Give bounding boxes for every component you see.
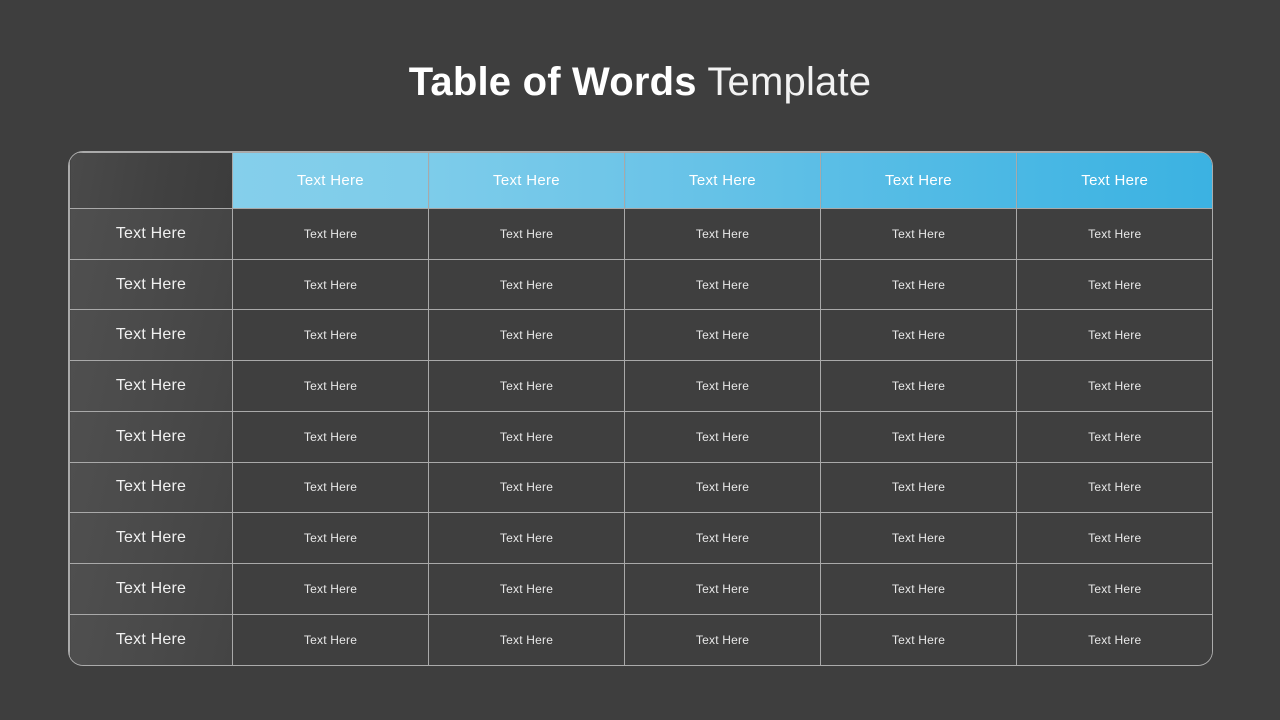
table-cell[interactable]: Text Here: [1016, 410, 1212, 463]
row-label-cell[interactable]: Text Here: [69, 410, 233, 463]
table-cell[interactable]: Text Here: [820, 208, 1017, 260]
table-cell[interactable]: Text Here: [232, 613, 429, 665]
table-cell[interactable]: Text Here: [624, 410, 821, 463]
column-header[interactable]: Text Here: [428, 152, 625, 209]
table-row: Text Here Text Here Text Here Text Here Text…: [69, 208, 1212, 260]
table-cell[interactable]: Text Here: [624, 613, 821, 665]
table-cell[interactable]: Text Here: [428, 563, 625, 615]
table-cell[interactable]: Text Here: [428, 208, 625, 260]
table-cell[interactable]: Text Here: [820, 461, 1017, 514]
table-row: Text Here Text Here Text Here Text Here Text…: [69, 512, 1212, 565]
row-label-cell[interactable]: Text Here: [69, 461, 233, 514]
column-header[interactable]: Text Here: [820, 152, 1017, 209]
table-cell[interactable]: Text Here: [1016, 360, 1212, 412]
table-header-row: Text Here Text Here Text Here Text Here …: [69, 152, 1212, 209]
row-label-cell[interactable]: Text Here: [69, 563, 233, 615]
table-cell[interactable]: Text Here: [232, 512, 429, 565]
table-cell[interactable]: Text Here: [428, 512, 625, 565]
table-cell[interactable]: Text Here: [820, 258, 1017, 311]
column-header[interactable]: Text Here: [232, 152, 429, 209]
table-cell[interactable]: Text Here: [624, 512, 821, 565]
table-row: Text Here Text Here Text Here Text Here Text…: [69, 461, 1212, 514]
table-cell[interactable]: Text Here: [428, 410, 625, 463]
table-cell[interactable]: Text Here: [820, 512, 1017, 565]
table-cell[interactable]: Text Here: [624, 208, 821, 260]
table-cell[interactable]: Text Here: [820, 309, 1017, 362]
table-of-words: Text Here Text Here Text Here Text Here …: [69, 152, 1212, 665]
table-cell[interactable]: Text Here: [1016, 563, 1212, 615]
table-cell[interactable]: Text Here: [232, 208, 429, 260]
column-header[interactable]: Text Here: [1016, 152, 1212, 209]
row-label-cell[interactable]: Text Here: [69, 360, 233, 412]
row-label-cell[interactable]: Text Here: [69, 258, 233, 311]
table-cell[interactable]: Text Here: [624, 360, 821, 412]
page-title-light: Template: [696, 60, 872, 104]
table-cell[interactable]: Text Here: [820, 410, 1017, 463]
table-row: Text Here Text Here Text Here Text Here Text…: [69, 258, 1212, 311]
table-cell[interactable]: Text Here: [624, 258, 821, 311]
row-label-cell[interactable]: Text Here: [69, 208, 233, 260]
table-header: Text Here Text Here Text Here Text Here …: [69, 152, 1212, 209]
table-row: Text Here Text Here Text Here Text Here Text…: [69, 613, 1212, 665]
table-cell[interactable]: Text Here: [232, 563, 429, 615]
table-cell[interactable]: Text Here: [624, 461, 821, 514]
table-cell[interactable]: Text Here: [1016, 309, 1212, 362]
table-body: Text Here Text Here Text Here Text Here Text…: [69, 208, 1212, 665]
table-cell[interactable]: Text Here: [624, 563, 821, 615]
table-cell[interactable]: Text Here: [820, 613, 1017, 665]
table-cell[interactable]: Text Here: [428, 258, 625, 311]
table-row: Text Here Text Here Text Here Text Here Text…: [69, 360, 1212, 412]
words-table: Text Here Text Here Text Here Text Here …: [69, 152, 1212, 665]
table-cell[interactable]: Text Here: [232, 309, 429, 362]
table-cell[interactable]: Text Here: [820, 360, 1017, 412]
table-cell[interactable]: Text Here: [1016, 461, 1212, 514]
table-row: Text Here Text Here Text Here Text Here Text…: [69, 563, 1212, 615]
table-cell[interactable]: Text Here: [428, 613, 625, 665]
table-cell[interactable]: Text Here: [232, 461, 429, 514]
table-cell[interactable]: Text Here: [428, 309, 625, 362]
table-cell[interactable]: Text Here: [624, 309, 821, 362]
row-label-cell[interactable]: Text Here: [69, 309, 233, 362]
row-label-cell[interactable]: Text Here: [69, 613, 233, 665]
row-label-cell[interactable]: Text Here: [69, 512, 233, 565]
table-corner-cell: [69, 152, 233, 209]
table-cell[interactable]: Text Here: [1016, 258, 1212, 311]
table-cell[interactable]: Text Here: [1016, 613, 1212, 665]
table-cell[interactable]: Text Here: [232, 360, 429, 412]
table-cell[interactable]: Text Here: [232, 258, 429, 311]
page-title: Table of Words Template: [0, 56, 1280, 108]
table-cell[interactable]: Text Here: [428, 461, 625, 514]
page-title-strong: Table of Words: [408, 60, 697, 104]
table-cell[interactable]: Text Here: [1016, 512, 1212, 565]
table-cell[interactable]: Text Here: [428, 360, 625, 412]
table-cell[interactable]: Text Here: [232, 410, 429, 463]
table-cell[interactable]: Text Here: [1016, 208, 1212, 260]
table-cell[interactable]: Text Here: [820, 563, 1017, 615]
table-row: Text Here Text Here Text Here Text Here Text…: [69, 410, 1212, 463]
table-row: Text Here Text Here Text Here Text Here Text…: [69, 309, 1212, 362]
column-header[interactable]: Text Here: [624, 152, 821, 209]
